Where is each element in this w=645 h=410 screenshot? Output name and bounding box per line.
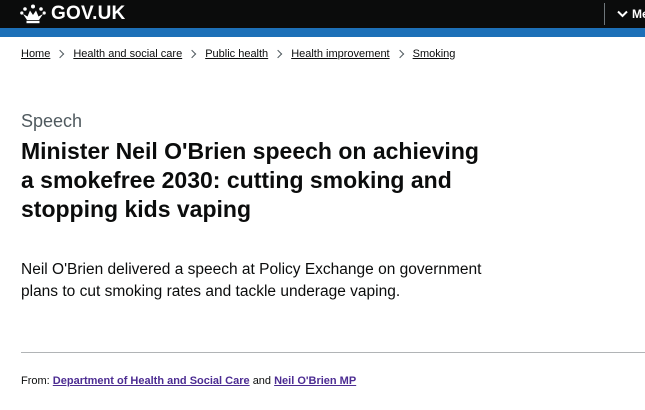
organisation-link-minister[interactable]: Neil O'Brien MP (274, 375, 356, 387)
breadcrumb-health-improvement[interactable]: Health improvement (291, 48, 389, 60)
breadcrumb-smoking[interactable]: Smoking (413, 48, 456, 60)
document-type-caption: Speech (21, 111, 83, 131)
chevron-right-icon (273, 49, 283, 59)
brand-bar (0, 28, 645, 37)
logo-text: GOV.UK (51, 3, 126, 24)
from-metadata: From: Department of Health and Social Ca… (21, 375, 356, 387)
crown-icon (20, 4, 46, 24)
chevron-right-icon (187, 49, 197, 59)
section-divider (21, 352, 645, 353)
menu-label: Menu (632, 7, 645, 21)
breadcrumb: Home Health and social care Public healt… (21, 48, 455, 60)
header-divider (604, 3, 605, 25)
site-header: GOV.UK Menu (0, 0, 645, 28)
breadcrumb-home[interactable]: Home (21, 48, 50, 60)
chevron-down-icon (617, 10, 628, 18)
chevron-right-icon (56, 49, 65, 59)
conjunction-text: and (252, 375, 272, 387)
breadcrumb-health-and-social-care[interactable]: Health and social care (73, 48, 182, 60)
govuk-logo-link[interactable]: GOV.UK (20, 2, 125, 26)
chevron-right-icon (395, 49, 404, 59)
breadcrumb-public-health[interactable]: Public health (205, 48, 268, 60)
organisation-link-dhsc[interactable]: Department of Health and Social Care (53, 375, 250, 387)
menu-button[interactable]: Menu (617, 4, 645, 24)
lead-paragraph: Neil O'Brien delivered a speech at Polic… (21, 261, 482, 300)
page-title: Minister Neil O'Brien speech on achievin… (21, 138, 479, 222)
from-label: From: (21, 375, 50, 387)
